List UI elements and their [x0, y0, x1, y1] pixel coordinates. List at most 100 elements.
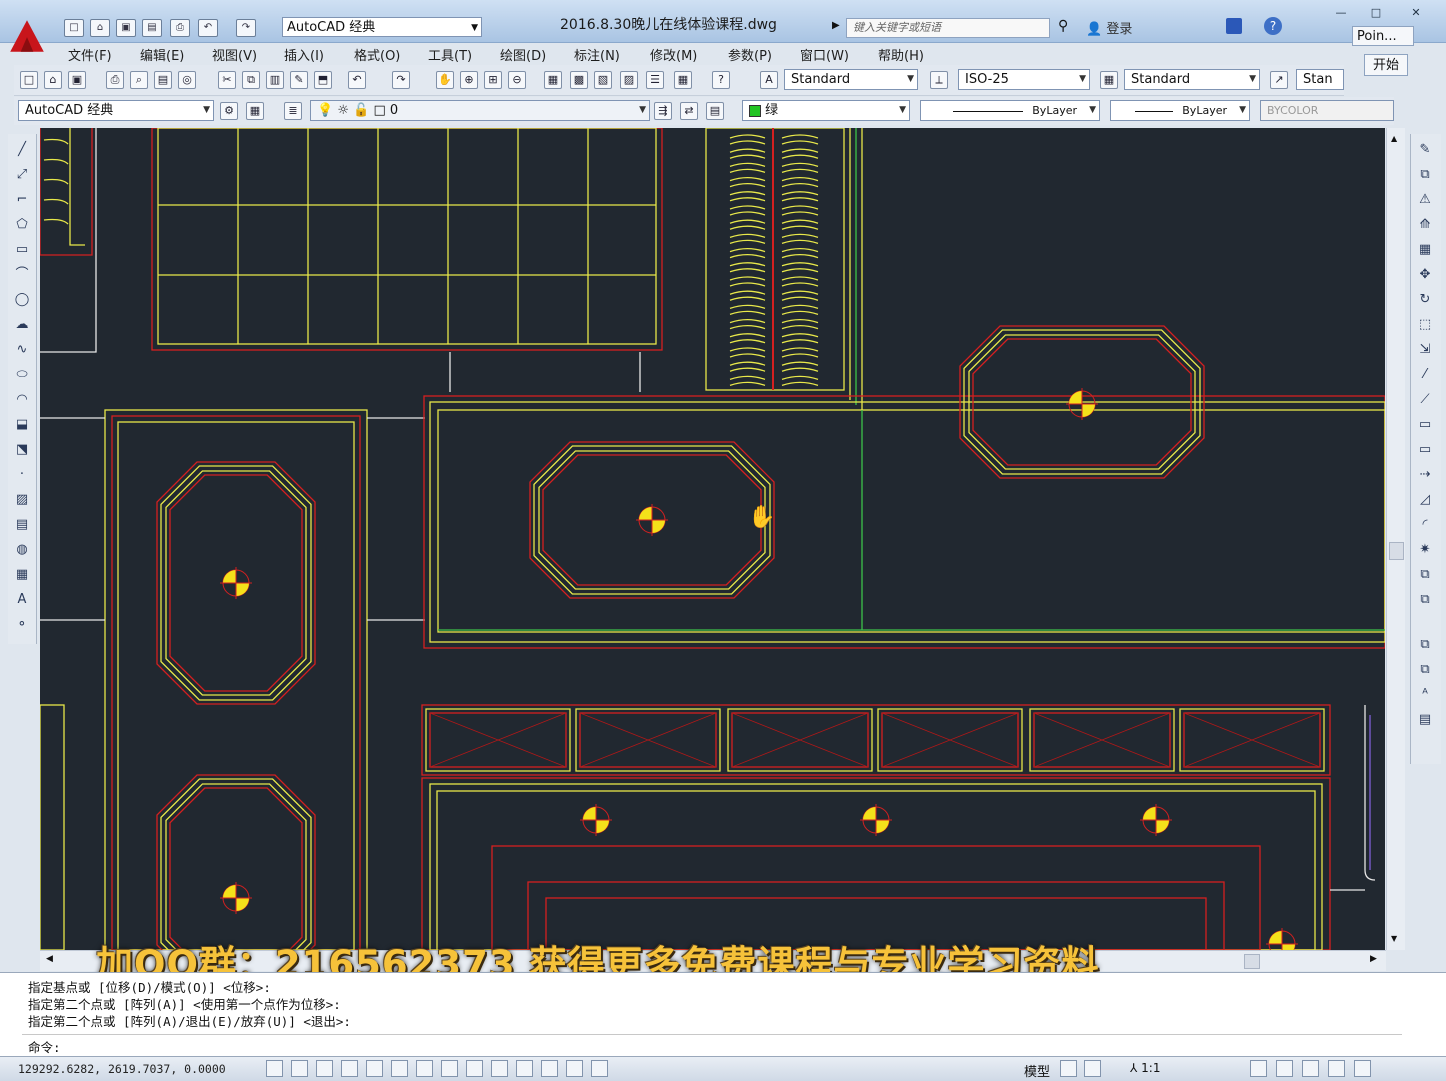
layer-manager-icon[interactable]: ≣ [284, 102, 302, 120]
rectangle-icon[interactable]: ▭ [12, 240, 32, 260]
text-style-dropdown[interactable]: Standard ▼ [784, 69, 918, 90]
lineweight-dropdown[interactable]: ByLayer ▼ [1110, 100, 1250, 121]
multileader-style-dropdown[interactable]: Stan [1296, 69, 1344, 90]
erase-icon[interactable]: ✎ [1415, 140, 1435, 160]
model-tab[interactable]: 模型 [1024, 1061, 1050, 1080]
qp-toggle-icon[interactable] [541, 1060, 558, 1077]
make-current-icon[interactable]: ⇶ [654, 102, 672, 120]
3dosnap-toggle-icon[interactable] [391, 1060, 408, 1077]
draw-order-back-icon[interactable]: ⧉ [1415, 590, 1435, 610]
login-button[interactable]: 👤 登录 [1086, 18, 1156, 37]
tpy-toggle-icon[interactable] [516, 1060, 533, 1077]
scroll-up-icon[interactable]: ▲ [1391, 134, 1397, 143]
scroll-left-icon[interactable]: ◀ [46, 954, 53, 964]
polyline-icon[interactable]: ⌐ [12, 190, 32, 210]
menu-item[interactable]: 修改(M) [650, 45, 697, 64]
print-icon[interactable]: ⎙ [170, 19, 190, 37]
menu-item[interactable]: 编辑(E) [140, 45, 184, 64]
lock-icon[interactable] [1276, 1060, 1293, 1077]
polar-toggle-icon[interactable] [341, 1060, 358, 1077]
plot-preview-icon[interactable]: ⌕ [130, 71, 148, 89]
pan-icon[interactable]: ✋ [436, 71, 454, 89]
save-icon[interactable]: ▣ [116, 19, 136, 37]
zoom-previous-icon[interactable]: ⊖ [508, 71, 526, 89]
linetype-dropdown[interactable]: ByLayer ▼ [920, 100, 1100, 121]
osnap-toggle-icon[interactable] [366, 1060, 383, 1077]
extend-icon[interactable]: ⟋ [1415, 390, 1435, 410]
vertical-scrollbar[interactable]: ▲ ▼ [1386, 128, 1405, 950]
quick-calc-icon[interactable]: ▦ [674, 71, 692, 89]
region-icon[interactable]: ◍ [12, 540, 32, 560]
multileader-style-icon[interactable]: ↗ [1270, 71, 1288, 89]
revision-cloud-icon[interactable]: ☁ [12, 315, 32, 335]
arc-icon[interactable]: ⌒ [12, 265, 32, 285]
block-editor-icon[interactable]: ⬒ [314, 71, 332, 89]
rotate-icon[interactable]: ↻ [1415, 290, 1435, 310]
layer-state-icon[interactable]: ▤ [706, 102, 724, 120]
make-block-icon[interactable]: ⬔ [12, 440, 32, 460]
tool-palettes-icon[interactable]: ▧ [594, 71, 612, 89]
close-button[interactable]: ✕ [1405, 6, 1427, 20]
side-panel-title[interactable]: Poin... [1352, 26, 1414, 46]
redo-icon[interactable]: ↷ [236, 19, 256, 37]
menu-item[interactable]: 窗口(W) [800, 45, 849, 64]
bring-above-icon[interactable]: ⧉ [1415, 635, 1435, 655]
text-front-icon[interactable]: ᴬ [1415, 685, 1435, 705]
print-icon[interactable]: ⎙ [106, 71, 124, 89]
menu-item[interactable]: 参数(P) [728, 45, 772, 64]
design-center-icon[interactable]: ▩ [570, 71, 588, 89]
otrack-toggle-icon[interactable] [416, 1060, 433, 1077]
construction-line-icon[interactable]: ⤢ [12, 165, 32, 185]
new-icon[interactable]: □ [64, 19, 84, 37]
workspace-switch-icon[interactable] [1250, 1060, 1267, 1077]
draw-order-front-icon[interactable]: ⧉ [1415, 565, 1435, 585]
save-icon[interactable]: ▣ [68, 71, 86, 89]
insert-block-icon[interactable]: ⬓ [12, 415, 32, 435]
undo-icon[interactable]: ↶ [198, 19, 218, 37]
trim-icon[interactable]: ⁄ [1415, 365, 1435, 385]
binoculars-icon[interactable]: ⚲ [1058, 18, 1068, 34]
break-icon[interactable]: ▭ [1415, 440, 1435, 460]
fillet-icon[interactable]: ◜ [1415, 515, 1435, 535]
copy-icon[interactable]: ⧉ [1415, 165, 1435, 185]
layer-previous-icon[interactable]: ⇄ [680, 102, 698, 120]
gradient-icon[interactable]: ▤ [12, 515, 32, 535]
menu-item[interactable]: 标注(N) [574, 45, 620, 64]
array-icon[interactable]: ▦ [1415, 240, 1435, 260]
stretch-icon[interactable]: ⇲ [1415, 340, 1435, 360]
help-icon[interactable]: ? [712, 71, 730, 89]
color-dropdown[interactable]: 绿 ▼ [742, 100, 910, 121]
table-icon[interactable]: ▦ [12, 565, 32, 585]
menu-item[interactable]: 插入(I) [284, 45, 324, 64]
save-as-icon[interactable]: ▤ [142, 19, 162, 37]
explode-icon[interactable]: ✷ [1415, 540, 1435, 560]
scroll-down-icon[interactable]: ▼ [1391, 934, 1397, 943]
scroll-thumb[interactable] [1389, 542, 1404, 560]
menu-item[interactable]: 绘图(D) [500, 45, 546, 64]
sheet-set-icon[interactable]: ▨ [620, 71, 638, 89]
minimize-button[interactable]: — [1330, 6, 1352, 20]
ducs-toggle-icon[interactable] [441, 1060, 458, 1077]
drawing-svg[interactable] [40, 128, 1385, 950]
cut-icon[interactable]: ✂ [218, 71, 236, 89]
chamfer-icon[interactable]: ◿ [1415, 490, 1435, 510]
ellipse-arc-icon[interactable]: ◠ [12, 390, 32, 410]
snap-toggle-icon[interactable] [266, 1060, 283, 1077]
scale-icon[interactable]: ⬚ [1415, 315, 1435, 335]
layout-icon[interactable] [1060, 1060, 1077, 1077]
join-icon[interactable]: ⇢ [1415, 465, 1435, 485]
text-style-icon[interactable]: A [760, 71, 778, 89]
add-selected-icon[interactable]: ⚬ [12, 615, 32, 635]
workspace-save-icon[interactable]: ▦ [246, 102, 264, 120]
open-icon[interactable]: ⌂ [90, 19, 110, 37]
scroll-right-icon[interactable]: ▶ [1370, 954, 1377, 964]
move-icon[interactable]: ✥ [1415, 265, 1435, 285]
play-icon[interactable]: ▶ [832, 20, 840, 31]
properties-icon[interactable]: ▦ [544, 71, 562, 89]
workspace-dropdown[interactable]: AutoCAD 经典 ▼ [282, 17, 482, 37]
workspace-combo-2[interactable]: AutoCAD 经典 ▼ [18, 100, 214, 121]
hardware-accel-icon[interactable] [1302, 1060, 1319, 1077]
exchange-icon[interactable] [1226, 18, 1242, 34]
lwt-toggle-icon[interactable] [491, 1060, 508, 1077]
clean-screen-icon[interactable] [1354, 1060, 1371, 1077]
